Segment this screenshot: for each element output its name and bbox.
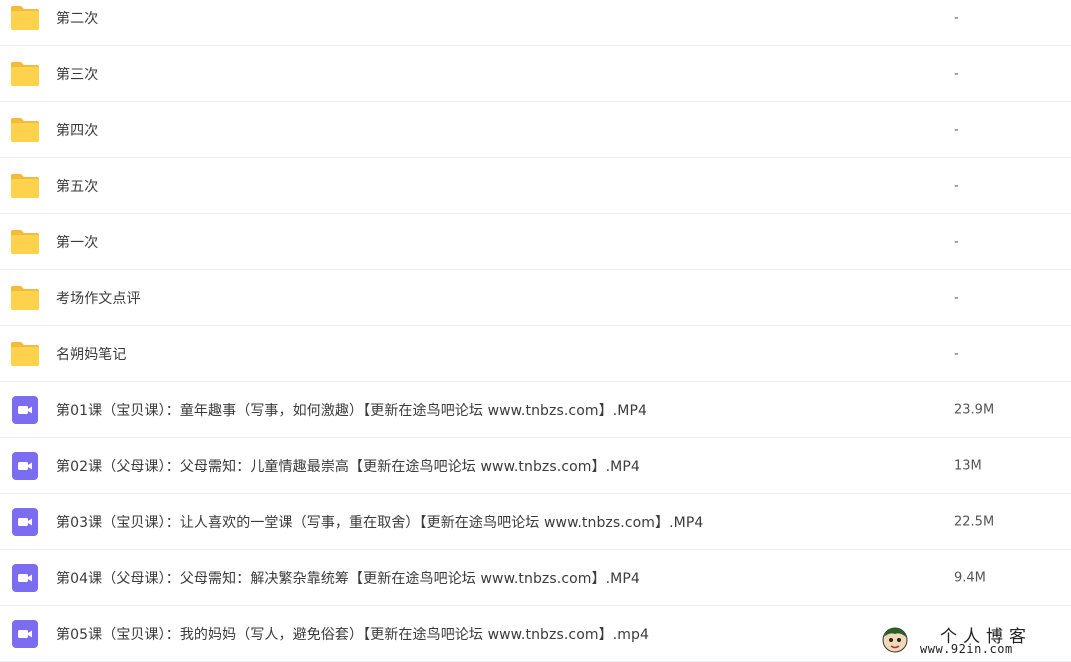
file-size: - — [954, 66, 959, 81]
video-file-icon — [9, 395, 41, 424]
folder-row[interactable]: 第四次 - — [0, 102, 1071, 158]
file-size: 13M — [954, 458, 982, 473]
folder-icon — [9, 228, 41, 256]
file-size: - — [954, 10, 959, 25]
video-file-icon — [9, 563, 41, 592]
file-size: - — [954, 178, 959, 193]
folder-row[interactable]: 名朔妈笔记 - — [0, 326, 1071, 382]
folder-icon — [9, 116, 41, 144]
file-size: 23.9M — [954, 402, 995, 417]
file-name[interactable]: 第05课（宝贝课）：我的妈妈（写人，避免俗套）【更新在途鸟吧论坛 www.tnb… — [56, 624, 649, 644]
watermark: 个人博客 www.92in.com — [878, 622, 1068, 660]
file-name[interactable]: 第04课（父母课）：父母需知：解决繁杂靠统筹【更新在途鸟吧论坛 www.tnbz… — [56, 568, 640, 588]
folder-icon — [9, 172, 41, 200]
folder-row[interactable]: 考场作文点评 - — [0, 270, 1071, 326]
cartoon-avatar-icon — [882, 627, 908, 653]
watermark-url: www.92in.com — [920, 642, 1013, 656]
file-row[interactable]: 第02课（父母课）：父母需知：儿童情趣最崇高【更新在途鸟吧论坛 www.tnbz… — [0, 438, 1071, 494]
file-row[interactable]: 第03课（宝贝课）：让人喜欢的一堂课（写事，重在取舍）【更新在途鸟吧论坛 www… — [0, 494, 1071, 550]
video-file-icon — [9, 451, 41, 480]
file-size: - — [954, 234, 959, 249]
file-name[interactable]: 第五次 — [56, 176, 98, 196]
file-size: - — [954, 346, 959, 361]
video-file-icon — [9, 619, 41, 648]
folder-icon — [9, 284, 41, 312]
file-size: - — [954, 290, 959, 305]
folder-row[interactable]: 第二次 - — [0, 0, 1071, 46]
file-name[interactable]: 名朔妈笔记 — [56, 344, 127, 364]
folder-icon — [9, 340, 41, 368]
file-list: 第二次 - 第三次 - 第四次 - 第五次 - 第一次 - 考场作文点评 - 名朔妈笔记 - 第01课（宝贝… — [0, 0, 1071, 662]
file-size: 22.5M — [954, 514, 995, 529]
file-name[interactable]: 第03课（宝贝课）：让人喜欢的一堂课（写事，重在取舍）【更新在途鸟吧论坛 www… — [56, 512, 703, 532]
file-row[interactable]: 第04课（父母课）：父母需知：解决繁杂靠统筹【更新在途鸟吧论坛 www.tnbz… — [0, 550, 1071, 606]
file-size: - — [954, 122, 959, 137]
folder-row[interactable]: 第一次 - — [0, 214, 1071, 270]
file-size: 9.4M — [954, 570, 986, 585]
folder-row[interactable]: 第五次 - — [0, 158, 1071, 214]
file-name[interactable]: 第二次 — [56, 8, 98, 28]
video-file-icon — [9, 507, 41, 536]
file-name[interactable]: 第四次 — [56, 120, 98, 140]
file-name[interactable]: 第02课（父母课）：父母需知：儿童情趣最崇高【更新在途鸟吧论坛 www.tnbz… — [56, 456, 640, 476]
file-row[interactable]: 第01课（宝贝课）：童年趣事（写事，如何激趣）【更新在途鸟吧论坛 www.tnb… — [0, 382, 1071, 438]
folder-row[interactable]: 第三次 - — [0, 46, 1071, 102]
folder-icon — [9, 4, 41, 32]
file-name[interactable]: 第三次 — [56, 64, 98, 84]
file-name[interactable]: 第01课（宝贝课）：童年趣事（写事，如何激趣）【更新在途鸟吧论坛 www.tnb… — [56, 400, 647, 420]
file-name[interactable]: 考场作文点评 — [56, 288, 141, 308]
file-name[interactable]: 第一次 — [56, 232, 98, 252]
folder-icon — [9, 60, 41, 88]
